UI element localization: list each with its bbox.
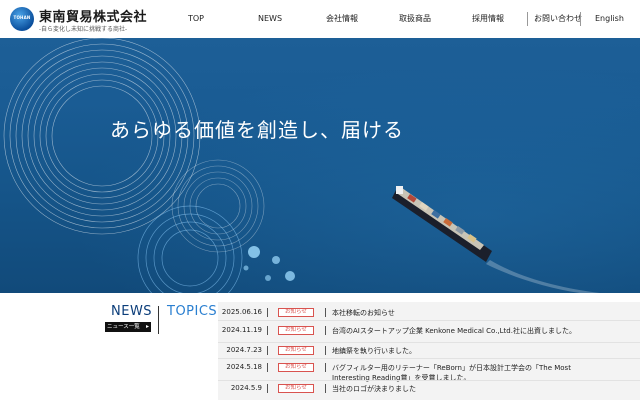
news-title-link[interactable]: 台湾のAIスタートアップ企業 Kenkone Medical Co.,Ltd.社… — [332, 326, 582, 336]
row-divider — [267, 384, 268, 393]
row-divider — [325, 363, 326, 372]
row-separator — [218, 320, 640, 321]
company-tagline: -自ら変化し未知に挑戦する商社- — [39, 26, 128, 33]
news-date: 2024.5.9 — [230, 384, 262, 392]
row-separator — [218, 380, 640, 381]
news-title-link[interactable]: 本社移転のお知らせ — [332, 308, 582, 318]
news-category-badge: お知らせ — [278, 326, 314, 335]
hero-headline: あらゆる価値を創造し、届ける — [110, 118, 404, 142]
news-category-badge: お知らせ — [278, 363, 314, 372]
nav-divider — [580, 12, 581, 26]
nav-item-recruit[interactable]: 採用情報 — [472, 0, 504, 38]
logo-text: TOHAN — [13, 15, 31, 20]
row-divider — [267, 346, 268, 355]
nav-item-top[interactable]: TOP — [188, 0, 204, 38]
row-divider — [267, 308, 268, 317]
news-date: 2024.11.19 — [221, 326, 262, 334]
news-category-badge: お知らせ — [278, 308, 314, 317]
news-list-label: ニュース一覧 — [107, 324, 140, 330]
row-divider — [325, 346, 326, 355]
news-title-link[interactable]: 当社のロゴが決まりました — [332, 384, 582, 394]
language-switch[interactable]: English — [595, 0, 624, 38]
news-title-link[interactable]: 地鎮祭を執り行いました。 — [332, 346, 582, 356]
cargo-ship-icon — [392, 186, 492, 262]
news-date: 2025.06.16 — [221, 308, 262, 316]
row-divider — [325, 326, 326, 335]
news-heading: NEWS — [111, 304, 153, 319]
nav-divider — [527, 12, 528, 26]
news-category-badge: お知らせ — [278, 346, 314, 355]
company-name[interactable]: 東南貿易株式会社 — [39, 6, 147, 25]
row-separator — [218, 342, 640, 343]
ship-wake — [486, 260, 600, 293]
nav-item-products[interactable]: 取扱商品 — [399, 0, 431, 38]
arrow-right-icon: ▸ — [145, 323, 149, 330]
hero-banner: あらゆる価値を創造し、届ける — [0, 38, 640, 293]
news-list-button[interactable]: ニュース一覧 ▸ — [105, 322, 151, 332]
hero-illustration — [3, 38, 600, 293]
topics-heading[interactable]: TOPICS — [167, 304, 217, 319]
decorative-bubbles — [243, 246, 295, 281]
row-divider — [267, 363, 268, 372]
news-category-badge: お知らせ — [278, 384, 314, 393]
nav-item-company[interactable]: 会社情報 — [326, 0, 358, 38]
news-date: 2024.7.23 — [226, 346, 262, 354]
news-date: 2024.5.18 — [226, 363, 262, 371]
row-separator — [218, 358, 640, 359]
row-divider — [325, 308, 326, 317]
nav-item-news[interactable]: NEWS — [258, 0, 282, 38]
nav-item-contact[interactable]: お問い合わせ — [534, 0, 582, 38]
company-logo-icon[interactable]: TOHAN — [10, 7, 34, 31]
site-header: TOHAN 東南貿易株式会社 -自ら変化し未知に挑戦する商社- TOP NEWS… — [0, 0, 640, 38]
section-divider — [158, 306, 159, 334]
row-divider — [325, 384, 326, 393]
row-divider — [267, 326, 268, 335]
